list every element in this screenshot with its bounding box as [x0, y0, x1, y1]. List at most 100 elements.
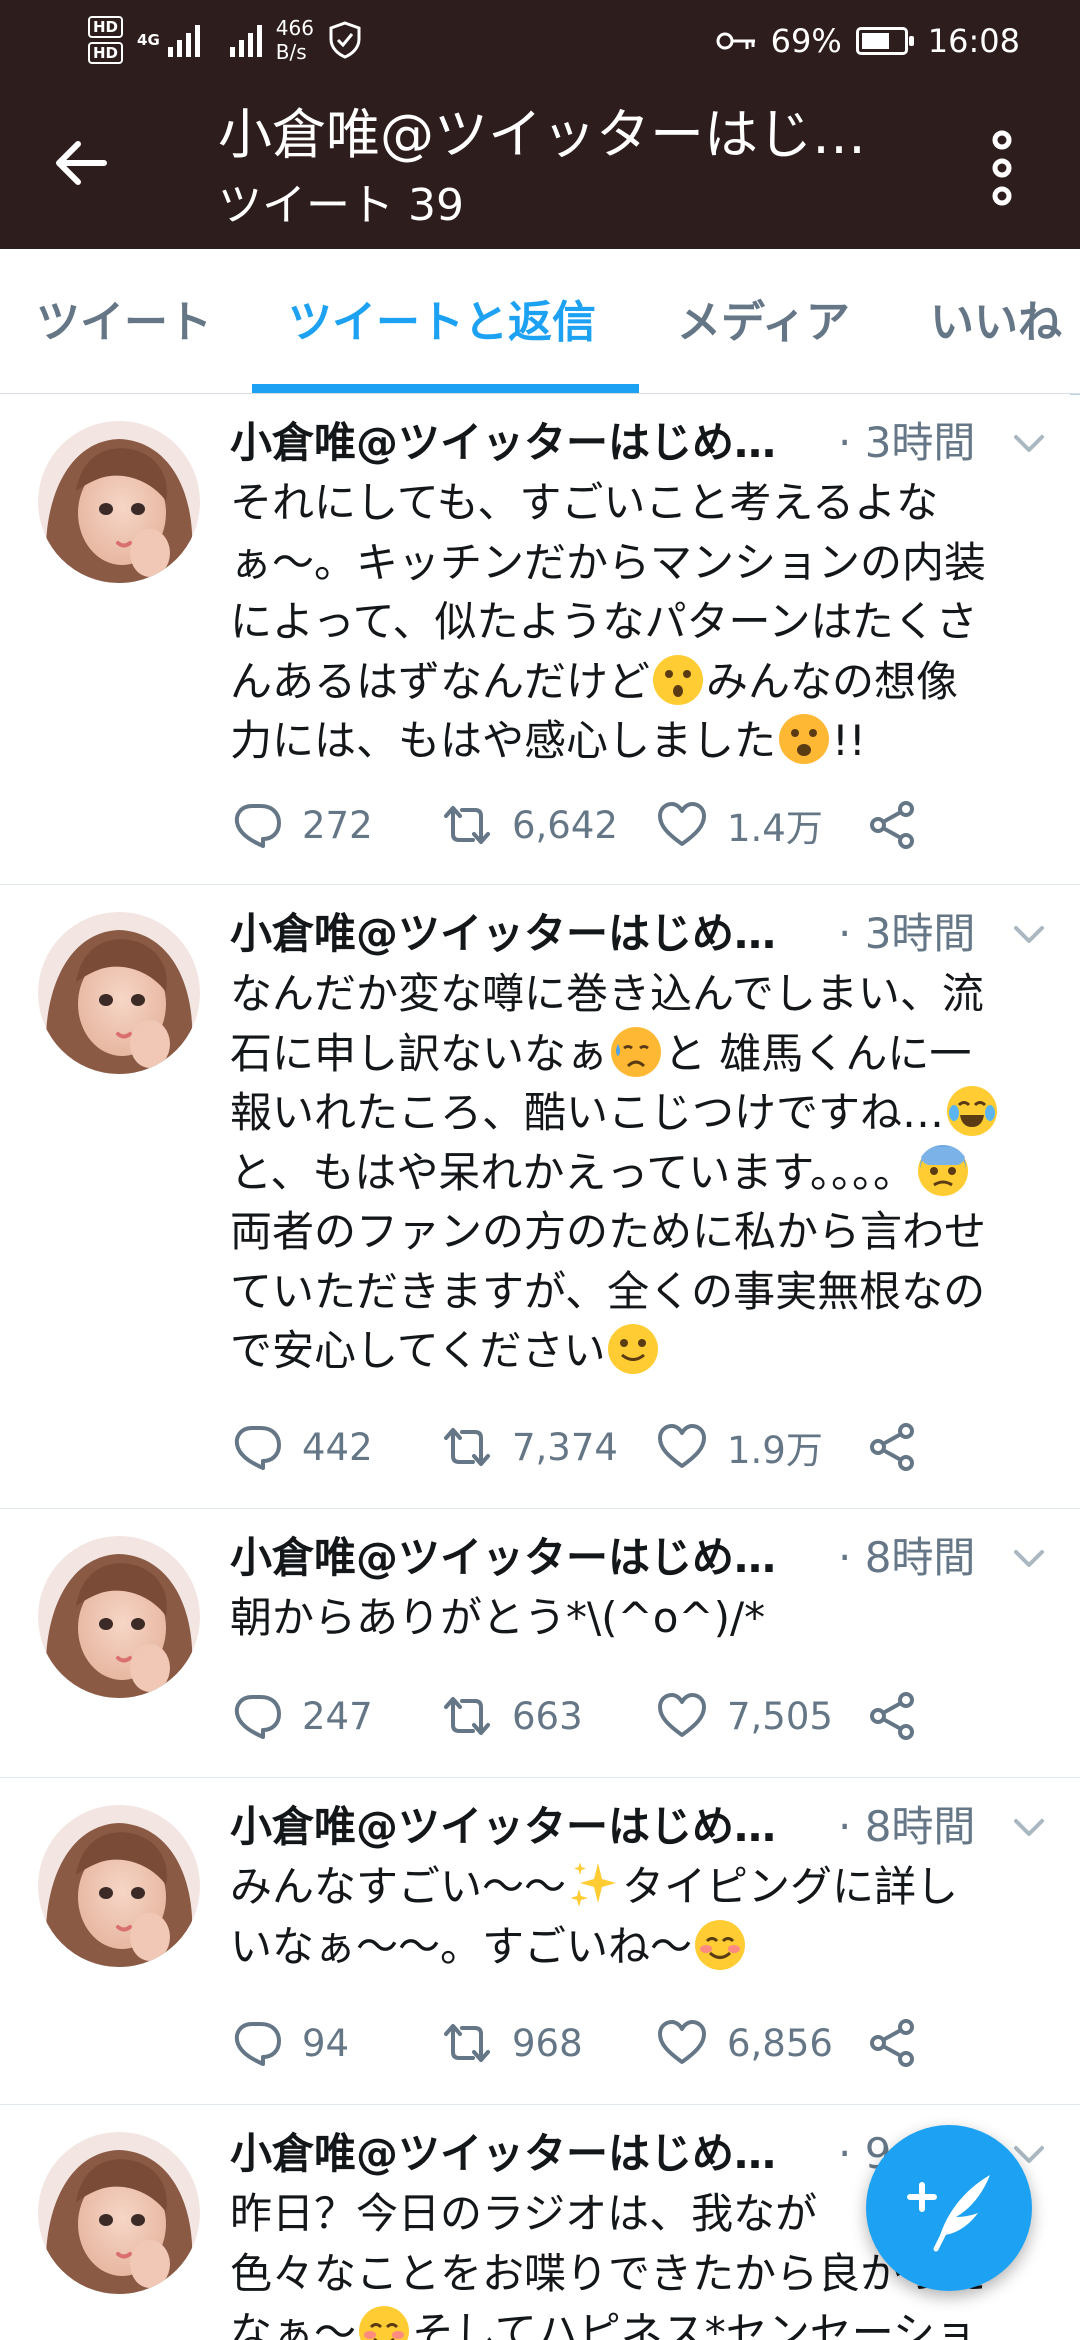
share-icon — [866, 798, 920, 852]
fearful-face-emoji-icon — [917, 1145, 969, 1197]
tweet-text: みんなすごい〜〜 タイピングに詳し いなぁ〜〜。すごいね〜 — [230, 1857, 1050, 1976]
tweet-item[interactable]: 小倉唯@ツイッターはじめ… · 3時間 なんだか変な噂に巻き込んでしまい、流 石… — [0, 886, 1080, 1509]
retweet-button[interactable]: 968 — [440, 2013, 583, 2073]
like-count: 1.4万 — [727, 807, 823, 850]
tweet-item[interactable]: 小倉唯@ツイッターはじめ… · 8時間 朝からありがとう*\(^o^)/* 24… — [0, 1510, 1080, 1778]
avatar[interactable] — [38, 1536, 200, 1698]
compose-tweet-icon — [907, 2175, 990, 2252]
hushed-face-emoji-icon — [652, 654, 704, 706]
tweet-timestamp: · 3時間 — [838, 418, 976, 467]
tab-tweets-and-replies[interactable]: ツイートと返信 — [288, 293, 596, 353]
frowning-face-emoji-icon — [778, 713, 830, 765]
share-button[interactable] — [866, 1417, 920, 1477]
retweet-button[interactable]: 663 — [440, 1686, 583, 1746]
reply-button[interactable]: 442 — [230, 1417, 373, 1477]
smiling-blush-emoji-icon — [358, 2305, 410, 2340]
tweet-count: ツイート 39 — [218, 180, 464, 231]
shield-icon — [329, 21, 361, 59]
retweet-icon — [440, 1689, 494, 1743]
like-count: 6,856 — [727, 2021, 833, 2065]
chevron-down-icon[interactable] — [1012, 1544, 1046, 1572]
avatar[interactable] — [38, 421, 200, 583]
tweet-actions: 94 968 6,856 — [230, 2013, 1050, 2073]
retweet-icon — [440, 798, 494, 852]
slight-smile-emoji-icon — [607, 1323, 659, 1375]
retweet-icon — [440, 2016, 494, 2070]
page-title: 小倉唯@ツイッターはじ… — [218, 103, 866, 166]
sad-sweat-face-emoji-icon — [610, 1026, 662, 1078]
retweet-count: 968 — [512, 2021, 583, 2065]
tweet-timestamp: · 3時間 — [838, 909, 976, 958]
network-speed: 466 B/s — [275, 16, 314, 64]
tweet-author-name: 小倉唯@ツイッターはじめ… — [230, 418, 777, 467]
profile-tabs: ツイート ツイートと返信 メディア いいね — [0, 249, 1080, 394]
reply-count: 94 — [302, 2021, 350, 2065]
tweet-author-name: 小倉唯@ツイッターはじめ… — [230, 1802, 777, 1851]
active-tab-indicator — [252, 384, 639, 393]
reply-icon — [230, 798, 284, 852]
back-arrow-icon[interactable] — [46, 128, 116, 198]
like-icon — [655, 2016, 709, 2070]
tears-of-joy-emoji-icon — [946, 1085, 998, 1137]
battery-percent: 69% — [770, 22, 842, 60]
retweet-count: 6,642 — [512, 803, 618, 847]
chevron-down-icon[interactable] — [1012, 429, 1046, 457]
retweet-icon — [440, 1420, 494, 1474]
more-vert-icon[interactable] — [980, 128, 1024, 208]
reply-button[interactable]: 272 — [230, 795, 373, 855]
reply-button[interactable]: 247 — [230, 1686, 373, 1746]
tweet-text: それにしても、すごいこと考えるよな ぁ〜。キッチンだからマンションの内装 によっ… — [230, 478, 987, 765]
avatar[interactable] — [38, 2132, 200, 2294]
sparkles-emoji-icon — [568, 1859, 620, 1911]
like-button[interactable]: 7,505 — [655, 1686, 833, 1746]
like-button[interactable]: 1.9万 — [655, 1417, 823, 1477]
reply-icon — [230, 1420, 284, 1474]
status-bar: HD HD 4G 466 B/s 69% 16:08 — [0, 0, 1080, 80]
retweet-count: 663 — [512, 1694, 583, 1738]
signal-icon-2 — [229, 23, 262, 57]
like-button[interactable]: 6,856 — [655, 2013, 833, 2073]
battery-icon — [855, 27, 914, 55]
reply-count: 272 — [302, 803, 373, 847]
compose-tweet-button[interactable] — [866, 2125, 1032, 2291]
top-app-bar: HD HD 4G 466 B/s 69% 16:08 小倉唯@ツイッターはじ… … — [0, 0, 1080, 249]
retweet-button[interactable]: 6,642 — [440, 795, 618, 855]
like-button[interactable]: 1.4万 — [655, 795, 823, 855]
share-button[interactable] — [866, 2013, 920, 2073]
reply-icon — [230, 2016, 284, 2070]
reply-icon — [230, 1689, 284, 1743]
tab-media[interactable]: メディア — [677, 293, 850, 353]
share-icon — [866, 1420, 920, 1474]
avatar[interactable] — [38, 912, 200, 1074]
hd-icon-1: HD — [88, 16, 124, 38]
tab-tweets[interactable]: ツイート — [36, 293, 212, 353]
reply-button[interactable]: 94 — [230, 2013, 349, 2073]
key-icon — [716, 32, 755, 50]
chevron-down-icon[interactable] — [1012, 1813, 1046, 1841]
tweet-timestamp: · 8時間 — [838, 1533, 976, 1582]
like-icon — [655, 1420, 709, 1474]
like-count: 1.9万 — [727, 1429, 823, 1472]
chevron-down-icon[interactable] — [1012, 920, 1046, 948]
retweet-button[interactable]: 7,374 — [440, 1417, 618, 1477]
tweet-author-name: 小倉唯@ツイッターはじめ… — [230, 1533, 777, 1582]
reply-count: 442 — [302, 1425, 373, 1469]
retweet-count: 7,374 — [512, 1425, 618, 1469]
tab-likes[interactable]: いいね — [930, 293, 1062, 353]
tweet-timestamp: · 8時間 — [838, 1802, 976, 1851]
share-icon — [866, 2016, 920, 2070]
tweet-actions: 442 7,374 1.9万 — [230, 1417, 1050, 1477]
hd-voice-indicators: HD HD — [88, 16, 124, 64]
share-button[interactable] — [866, 1686, 920, 1746]
clock: 16:08 — [927, 22, 1020, 60]
avatar[interactable] — [38, 1805, 200, 1967]
share-button[interactable] — [866, 795, 920, 855]
tweet-text: なんだか変な噂に巻き込んでしまい、流 石に申し訳ないなぁと 雄馬くんに一 報いれ… — [230, 964, 1050, 1381]
like-icon — [655, 1689, 709, 1743]
tweet-author-name: 小倉唯@ツイッターはじめ… — [230, 909, 777, 958]
hd-icon-2: HD — [88, 42, 124, 64]
tweet-item[interactable]: 小倉唯@ツイッターはじめ… · 8時間 みんなすごい〜〜 タイピングに詳し いなぁ… — [0, 1779, 1080, 2105]
tweet-item[interactable]: 小倉唯@ツイッターはじめ… · 3時間 それにしても、すごいこと考えるよな ぁ〜… — [0, 395, 1080, 885]
share-icon — [866, 1689, 920, 1743]
reply-count: 247 — [302, 1694, 373, 1738]
